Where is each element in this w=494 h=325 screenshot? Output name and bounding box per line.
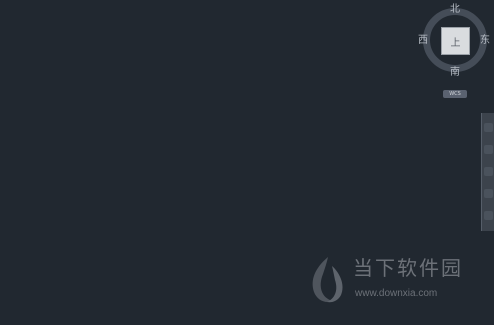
showmotion-icon[interactable] <box>484 211 493 220</box>
viewcube[interactable]: 上 北 南 西 东 <box>418 5 492 78</box>
watermark-title: 当下软件园 <box>353 256 463 280</box>
compass-east-label[interactable]: 东 <box>480 36 490 46</box>
navigation-bar <box>481 113 494 231</box>
viewcube-face-label: 上 <box>450 37 461 49</box>
watermark-logo-icon <box>312 257 343 303</box>
compass-north-label[interactable]: 北 <box>450 5 460 15</box>
watermark-url: www.downxia.com <box>355 288 438 299</box>
compass-south-label[interactable]: 南 <box>450 68 460 78</box>
viewcube-top-face[interactable]: 上 <box>441 27 470 55</box>
zoom-icon[interactable] <box>484 167 493 176</box>
navigation-wheel-icon[interactable] <box>484 123 493 132</box>
watermark: 当下软件园 www.downxia.com <box>305 254 480 306</box>
orbit-icon[interactable] <box>484 189 493 198</box>
wcs-menu-button[interactable]: WCS <box>443 90 467 98</box>
pan-icon[interactable] <box>484 145 493 154</box>
compass-west-label[interactable]: 西 <box>418 36 428 46</box>
